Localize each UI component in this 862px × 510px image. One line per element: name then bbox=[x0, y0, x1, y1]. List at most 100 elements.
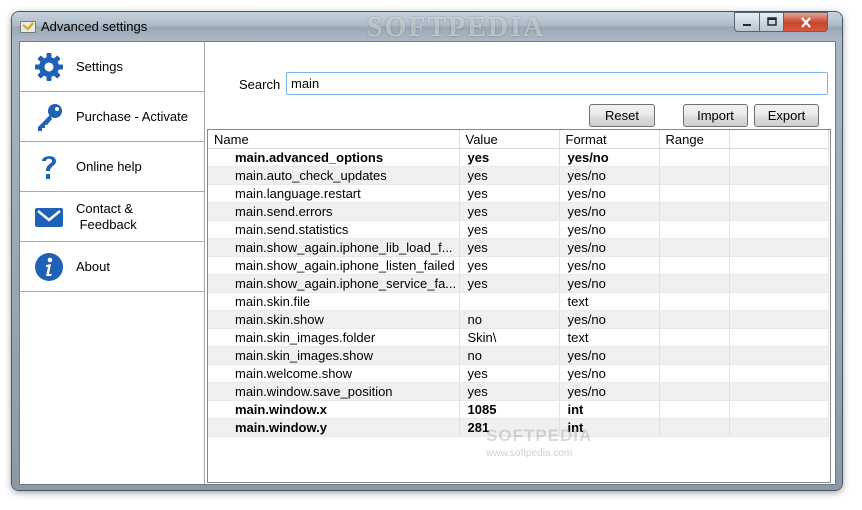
cell-name[interactable]: main.window.x bbox=[208, 400, 460, 419]
cell-value[interactable]: yes bbox=[459, 382, 560, 401]
maximize-button[interactable] bbox=[759, 12, 784, 32]
cell-range[interactable] bbox=[659, 256, 730, 275]
cell-range[interactable] bbox=[659, 310, 730, 329]
cell-range[interactable] bbox=[659, 184, 730, 203]
table-row[interactable]: main.skin_images.show no yes/no bbox=[208, 346, 829, 365]
cell-value[interactable]: yes bbox=[459, 220, 560, 239]
close-button[interactable] bbox=[783, 12, 828, 32]
table-row[interactable]: main.advanced_options yes yes/no bbox=[208, 148, 829, 167]
table-row[interactable]: main.skin_images.folder Skin\ text bbox=[208, 328, 829, 347]
cell-value[interactable]: yes bbox=[459, 274, 560, 293]
cell-range[interactable] bbox=[659, 238, 730, 257]
cell-name[interactable]: main.send.errors bbox=[208, 202, 460, 221]
cell-range[interactable] bbox=[659, 328, 730, 347]
cell-range[interactable] bbox=[659, 292, 730, 311]
cell-value[interactable]: yes bbox=[459, 148, 560, 167]
cell-value[interactable]: yes bbox=[459, 238, 560, 257]
cell-range[interactable] bbox=[659, 364, 730, 383]
cell-format[interactable]: yes/no bbox=[559, 310, 660, 329]
cell-filler bbox=[729, 256, 829, 275]
cell-name[interactable]: main.skin.file bbox=[208, 292, 460, 311]
cell-name[interactable]: main.auto_check_updates bbox=[208, 166, 460, 185]
cell-name[interactable]: main.skin_images.folder bbox=[208, 328, 460, 347]
cell-format[interactable]: yes/no bbox=[559, 184, 660, 203]
cell-name[interactable]: main.advanced_options bbox=[208, 148, 460, 167]
cell-format[interactable]: text bbox=[559, 328, 660, 347]
settings-table[interactable]: Name Value Format Range main.advanced_op… bbox=[207, 129, 831, 483]
cell-name[interactable]: main.welcome.show bbox=[208, 364, 460, 383]
table-row[interactable]: main.welcome.show yes yes/no bbox=[208, 364, 829, 383]
title-bar[interactable]: Advanced settings SOFTPEDIA bbox=[12, 12, 842, 43]
cell-format[interactable]: yes/no bbox=[559, 220, 660, 239]
cell-name[interactable]: main.window.save_position bbox=[208, 382, 460, 401]
cell-format[interactable]: text bbox=[559, 292, 660, 311]
cell-range[interactable] bbox=[659, 166, 730, 185]
sidebar-item-purchase[interactable]: Purchase - Activate bbox=[20, 92, 204, 142]
table-row[interactable]: main.show_again.iphone_service_fa... yes y… bbox=[208, 274, 829, 293]
cell-name[interactable]: main.window.y bbox=[208, 418, 460, 437]
cell-range[interactable] bbox=[659, 382, 730, 401]
cell-value[interactable]: yes bbox=[459, 256, 560, 275]
cell-value[interactable]: yes bbox=[459, 166, 560, 185]
table-row[interactable]: main.skin.show no yes/no bbox=[208, 310, 829, 329]
cell-range[interactable] bbox=[659, 202, 730, 221]
table-row[interactable]: main.auto_check_updates yes yes/no bbox=[208, 166, 829, 185]
reset-button[interactable]: Reset bbox=[589, 104, 655, 127]
cell-format[interactable]: yes/no bbox=[559, 346, 660, 365]
sidebar-item-contact[interactable]: Contact & Feedback bbox=[20, 192, 204, 242]
table-row[interactable]: main.skin.file text bbox=[208, 292, 829, 311]
cell-format[interactable]: yes/no bbox=[559, 364, 660, 383]
column-header-format[interactable]: Format bbox=[559, 130, 660, 149]
cell-value[interactable]: yes bbox=[459, 202, 560, 221]
gear-icon bbox=[34, 52, 64, 82]
cell-value[interactable] bbox=[459, 292, 560, 311]
cell-name[interactable]: main.language.restart bbox=[208, 184, 460, 203]
cell-range[interactable] bbox=[659, 400, 730, 419]
cell-format[interactable]: yes/no bbox=[559, 166, 660, 185]
table-row[interactable]: main.send.statistics yes yes/no bbox=[208, 220, 829, 239]
table-row[interactable]: main.language.restart yes yes/no bbox=[208, 184, 829, 203]
client-area: Settings Purchase - Activate Online help… bbox=[19, 41, 836, 485]
column-header-name[interactable]: Name bbox=[208, 130, 460, 149]
cell-range[interactable] bbox=[659, 418, 730, 437]
cell-value[interactable]: no bbox=[459, 346, 560, 365]
table-row[interactable]: main.show_again.iphone_lib_load_f... yes y… bbox=[208, 238, 829, 257]
cell-name[interactable]: main.show_again.iphone_listen_failed bbox=[208, 256, 460, 275]
cell-value[interactable]: yes bbox=[459, 364, 560, 383]
cell-range[interactable] bbox=[659, 148, 730, 167]
cell-format[interactable]: yes/no bbox=[559, 238, 660, 257]
cell-name[interactable]: main.skin.show bbox=[208, 310, 460, 329]
import-button[interactable]: Import bbox=[683, 104, 748, 127]
table-row[interactable]: main.send.errors yes yes/no bbox=[208, 202, 829, 221]
cell-filler bbox=[729, 220, 829, 239]
table-row[interactable]: main.window.x 1085 int bbox=[208, 400, 829, 419]
sidebar-item-settings[interactable]: Settings bbox=[20, 42, 204, 92]
cell-name[interactable]: main.skin_images.show bbox=[208, 346, 460, 365]
table-row[interactable]: main.show_again.iphone_listen_failed yes y… bbox=[208, 256, 829, 275]
cell-range[interactable] bbox=[659, 274, 730, 293]
cell-format[interactable]: yes/no bbox=[559, 148, 660, 167]
cell-value[interactable]: Skin\ bbox=[459, 328, 560, 347]
cell-range[interactable] bbox=[659, 220, 730, 239]
column-header-range[interactable]: Range bbox=[659, 130, 730, 149]
cell-format[interactable]: yes/no bbox=[559, 382, 660, 401]
cell-name[interactable]: main.show_again.iphone_service_fa... bbox=[208, 274, 460, 293]
search-input[interactable] bbox=[286, 72, 828, 95]
cell-format[interactable]: yes/no bbox=[559, 256, 660, 275]
column-header-value[interactable]: Value bbox=[459, 130, 560, 149]
cell-range[interactable] bbox=[659, 346, 730, 365]
sidebar-item-about[interactable]: About bbox=[20, 242, 204, 292]
cell-value[interactable]: no bbox=[459, 310, 560, 329]
sidebar-item-online-help[interactable]: Online help bbox=[20, 142, 204, 192]
export-button[interactable]: Export bbox=[754, 104, 819, 127]
cell-value[interactable]: yes bbox=[459, 184, 560, 203]
cell-name[interactable]: main.show_again.iphone_lib_load_f... bbox=[208, 238, 460, 257]
minimize-button[interactable] bbox=[734, 12, 760, 32]
cell-format[interactable]: yes/no bbox=[559, 274, 660, 293]
cell-value[interactable]: 1085 bbox=[459, 400, 560, 419]
table-row[interactable]: main.window.save_position yes yes/no bbox=[208, 382, 829, 401]
cell-name[interactable]: main.send.statistics bbox=[208, 220, 460, 239]
cell-format[interactable]: yes/no bbox=[559, 202, 660, 221]
info-icon bbox=[34, 252, 64, 282]
cell-format[interactable]: int bbox=[559, 400, 660, 419]
